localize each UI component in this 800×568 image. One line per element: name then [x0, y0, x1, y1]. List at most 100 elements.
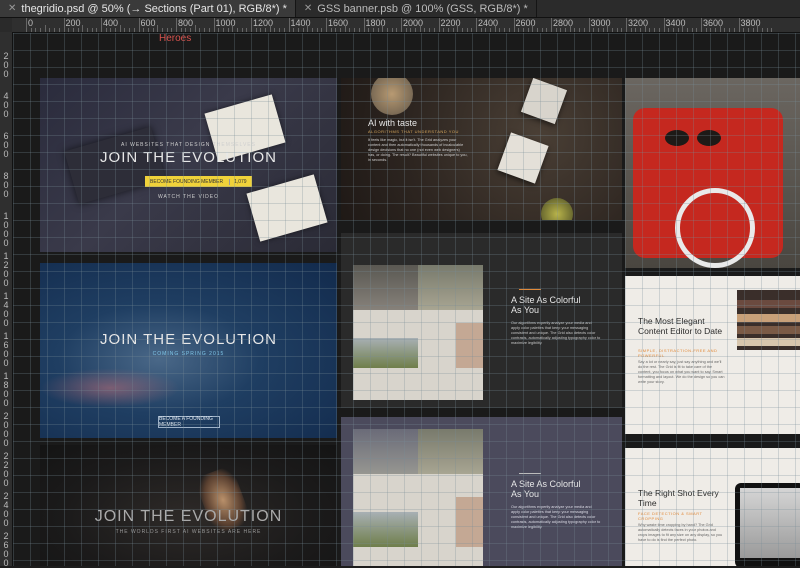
ruler-tick	[761, 28, 763, 32]
ruler-tick	[283, 28, 285, 32]
section-title: A Site As Colorful As You	[511, 479, 581, 499]
product-photo-artboard[interactable]	[625, 78, 800, 268]
horizontal-ruler[interactable]: 0 200 400 600 800 1000 1200 1400 1600 1800 2000 220…	[12, 18, 800, 33]
ruler-tick	[752, 28, 754, 32]
ruler-tick	[532, 25, 534, 32]
ruler-tick	[471, 28, 473, 32]
ruler-tick	[101, 18, 102, 32]
ruler-tick	[77, 28, 79, 32]
ruler-tick	[129, 28, 131, 32]
section-subtitle: FACE DETECTION & SMART CROPPING	[638, 511, 703, 521]
ruler-tick	[504, 28, 506, 32]
ruler-tick	[377, 28, 379, 32]
ruler-tick	[340, 28, 342, 32]
mockup-image	[353, 512, 418, 547]
ruler-tick	[443, 28, 445, 32]
ruler-tick	[63, 18, 65, 32]
ruler-tick	[551, 18, 552, 32]
ruler-tick	[91, 28, 93, 32]
ruler-tick-label: 400	[103, 18, 119, 28]
ruler-tick	[311, 28, 313, 32]
ruler-tick	[724, 28, 726, 32]
ruler-tick	[180, 28, 182, 32]
ruler-tick	[541, 28, 543, 32]
mockup-image	[353, 429, 418, 474]
hero-subtitle: THE WORLDS FIRST AI WEBSITES ARE HERE	[115, 529, 262, 535]
hero-title: JOIN THE EVOLUTION	[100, 149, 277, 166]
hero-artboard-2[interactable]: JOIN THE EVOLUTION COMING SPRING 2015 BE…	[40, 263, 337, 438]
close-tab-icon[interactable]: ✕	[8, 3, 16, 14]
section-subtitle: SIMPLE, DISTRACTION-FREE AND POWERFUL	[638, 348, 718, 358]
ruler-tick-label: 1600	[3, 331, 9, 368]
hero-artboard-3[interactable]: JOIN THE EVOLUTION THE WORLDS FIRST AI W…	[40, 445, 337, 566]
ruler-tick	[396, 28, 398, 32]
ruler-tick	[438, 18, 440, 32]
ruler-tick	[72, 28, 74, 32]
close-tab-icon[interactable]: ✕	[304, 3, 312, 14]
ruler-tick	[54, 28, 56, 32]
bowl-image	[371, 78, 413, 115]
ruler-tick	[499, 28, 501, 32]
ruler-tick	[640, 28, 642, 32]
editor-artboard[interactable]: The Most Elegant Content Editor to Date …	[625, 276, 800, 434]
ruler-tick	[279, 28, 281, 32]
ruler-tick	[152, 28, 154, 32]
ruler-tick	[358, 28, 360, 32]
document-canvas[interactable]: Heroes AI WEBSITES THAT DESIGN THEMSELVE…	[13, 33, 800, 566]
ruler-tick	[213, 18, 215, 32]
ruler-tick	[583, 28, 585, 32]
ruler-tick-label: 2400	[3, 491, 9, 528]
ruler-tick	[302, 28, 304, 32]
ruler-tick	[494, 25, 496, 32]
ruler-tick	[227, 28, 229, 32]
ruler-tick	[719, 25, 721, 32]
colorful-artboard-2[interactable]: A Site As Colorful As You Our algorithms…	[341, 417, 622, 566]
ruler-tick	[738, 18, 740, 32]
ruler-tick	[222, 28, 224, 32]
section-title: The Right Shot Every Time	[638, 488, 719, 508]
watch-video-link[interactable]: WATCH THE VIDEO	[40, 194, 337, 200]
accent-line	[519, 289, 541, 290]
ruler-tick	[771, 28, 773, 32]
colorful-artboard-1[interactable]: A Site As Colorful As You Our algorithms…	[341, 233, 622, 408]
ruler-tick	[626, 18, 627, 32]
bowl-image	[541, 198, 573, 220]
ruler-tick	[410, 28, 412, 32]
ruler-tick	[157, 25, 159, 32]
become-founding-member-button[interactable]: BECOME FOUNDING MEMBER 1,079	[145, 176, 252, 187]
headphones-image	[675, 188, 755, 268]
ruler-tick	[391, 28, 393, 32]
body-text: Our algorithms expertly analyze your med…	[511, 505, 601, 529]
right-shot-artboard[interactable]: The Right Shot Every Time FACE DETECTION…	[625, 448, 800, 566]
ruler-tick	[705, 28, 707, 32]
ai-with-taste-artboard[interactable]: AI with taste ALGORITHMS THAT UNDERSTAND…	[341, 78, 622, 220]
ruler-tick	[686, 28, 688, 32]
ruler-tick	[466, 28, 468, 32]
ruler-tick	[265, 28, 267, 32]
ruler-origin[interactable]	[0, 18, 12, 33]
ruler-tick-label: 600	[140, 18, 156, 28]
ruler-tick	[96, 28, 98, 32]
ruler-tick	[176, 18, 177, 32]
vertical-ruler[interactable]: 200 400 600 800 1000 1200 1400 1600 1800 2000 2200…	[0, 32, 13, 568]
ruler-tick	[649, 28, 651, 32]
tab-thegridio[interactable]: ✕ thegridio.psd @ 50% (→ Sections (Part …	[0, 0, 296, 17]
ruler-tick	[630, 28, 632, 32]
tab-gss-banner[interactable]: ✕ GSS banner.psb @ 100% (GSS, RGB/8*) *	[296, 0, 537, 17]
ruler-tick	[26, 18, 27, 32]
tab-label: GSS banner.psb @ 100% (GSS, RGB/8*) *	[317, 2, 528, 15]
ruler-tick	[171, 28, 173, 32]
ruler-tick	[654, 28, 656, 32]
ruler-tick	[461, 28, 463, 32]
become-founding-member-button[interactable]: BECOME A FOUNDING MEMBER	[158, 416, 220, 428]
ruler-tick	[246, 28, 248, 32]
hero-artboard-1[interactable]: AI WEBSITES THAT DESIGN THEMSELVES JOIN …	[40, 78, 337, 252]
ruler-tick	[668, 28, 670, 32]
ruler-tick	[49, 28, 51, 32]
ruler-tick	[382, 25, 384, 32]
ruler-tick	[490, 28, 492, 32]
ruler-tick	[194, 25, 196, 32]
ruler-tick	[611, 28, 613, 32]
ruler-tick	[232, 25, 234, 32]
ruler-tick	[560, 28, 562, 32]
